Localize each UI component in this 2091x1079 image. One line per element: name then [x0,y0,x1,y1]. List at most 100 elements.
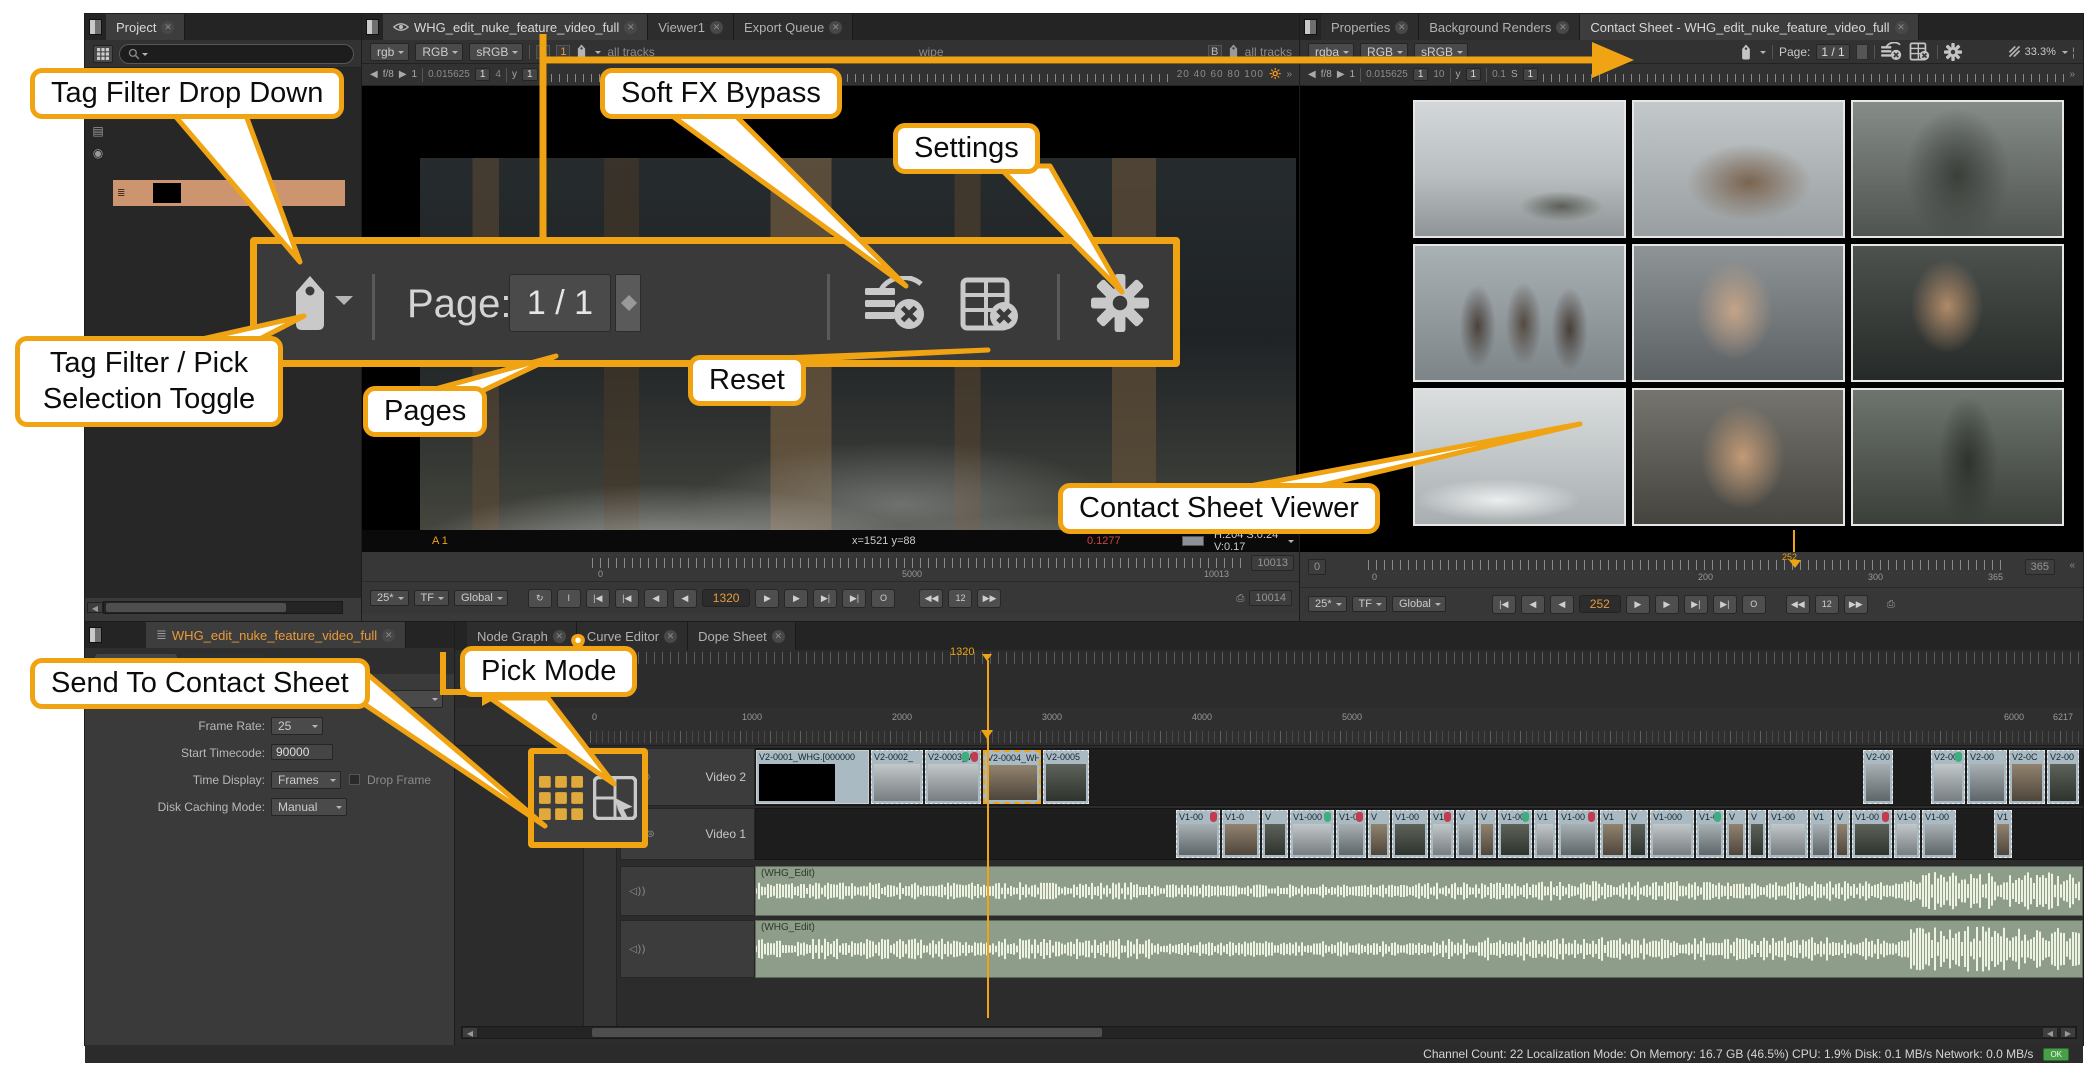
timeline-clip[interactable]: V1 [1534,810,1556,858]
transport-button[interactable]: ◀ [1550,595,1574,614]
settings-gear-icon[interactable] [1944,43,1962,61]
pick-mode-button[interactable] [593,776,637,820]
start-timecode-field[interactable]: 90000 [271,744,333,760]
contact-sheet-thumbnail[interactable] [1413,100,1626,238]
collapse-icon[interactable]: ¦ [2072,45,2075,59]
range-dropdown[interactable]: Global [454,590,508,606]
drop-frame-checkbox[interactable] [349,774,360,785]
page-spinner[interactable] [1856,44,1868,60]
timeline-clip[interactable]: V1 [1810,810,1832,858]
range-out-field[interactable]: 10013 [1251,555,1294,571]
page-field[interactable]: 1 / 1 [1816,44,1849,60]
transport-button[interactable]: ◀◀ [919,589,943,608]
gamma-input[interactable]: 1 [522,68,538,81]
timeline-clip[interactable]: V1-00 [1498,810,1532,858]
transport-button[interactable]: |◀ [586,589,610,608]
timeline-playhead-line[interactable] [987,660,989,1018]
timeline-clip[interactable]: V [1262,810,1288,858]
channels-dropdown[interactable]: rgb [370,43,409,61]
timeline-clip[interactable]: V1-00 [1852,810,1892,858]
range-in-field[interactable]: 0 [1308,559,1326,575]
panel-handle-icon[interactable] [89,627,102,643]
contact-sheet-thumbnail[interactable] [1413,244,1626,382]
wipe-label[interactable]: wipe [919,45,944,59]
tf-dropdown[interactable]: TF [414,590,449,606]
project-h-scrollbar[interactable]: ◀ ◀ ▶ [103,601,343,614]
timeline-clip[interactable]: V [1726,810,1746,858]
transport-button[interactable]: ▶| [842,589,866,608]
settings-gear-icon[interactable] [1091,274,1149,332]
fps-dropdown[interactable]: 25* [1308,596,1347,612]
expand-icon[interactable]: » [2069,69,2075,80]
close-icon[interactable]: ✕ [382,629,395,642]
frame-rate-dropdown[interactable]: 25 [271,717,323,735]
input-a-button[interactable]: A [536,45,550,59]
transport-button[interactable]: ◀ [1521,595,1545,614]
clip-tag-icon[interactable] [1356,812,1363,822]
exposure-slider[interactable] [1543,74,2064,82]
timeline-clip[interactable]: V1 [1994,810,2012,858]
next-icon[interactable]: ▶ [399,69,407,80]
scrollbar-thumb[interactable] [106,603,286,612]
tag-filter-dropdown-icon[interactable] [335,296,353,314]
contact-sheet-thumbnail[interactable] [1851,388,2064,526]
zoom-dropdown-icon[interactable] [2062,51,2068,57]
colorspace-dropdown[interactable]: sRGB [469,43,523,61]
tab-contact-sheet[interactable]: Contact Sheet - WHG_edit_nuke_feature_vi… [1580,14,1918,40]
contact-sheet-thumbnail[interactable] [1851,244,2064,382]
transport-button[interactable]: ▶ [755,589,779,608]
timeline-h-scrollbar[interactable]: ◀ ◀ ▶ [461,1026,2077,1039]
tab-viewer1[interactable]: Viewer1✕ [648,14,734,40]
timeline-clip[interactable]: V1-0 [1696,810,1724,858]
panel-handle-icon[interactable] [1304,19,1317,35]
reset-icon[interactable] [1909,42,1931,61]
tab-properties[interactable]: Properties✕ [1321,14,1419,40]
timeline-clip[interactable]: V [1478,810,1496,858]
transport-button[interactable]: ▶ [784,589,808,608]
close-icon[interactable]: ✕ [624,21,637,34]
reset-icon[interactable] [959,276,1023,332]
timeline-clip[interactable]: V2-0001_WHG.[000000 [756,750,869,804]
timeline-clip[interactable]: V2-00 [1931,750,1965,804]
panel-handle-icon[interactable] [89,19,102,35]
timeline-mini-ruler[interactable] [590,652,2083,664]
timeline-clip[interactable]: V2-00 [1967,750,2007,804]
timeline-clip[interactable]: V [1748,810,1766,858]
tab-export-queue[interactable]: Export Queue✕ [734,14,853,40]
contact-sheet-thumbnail[interactable] [1632,100,1845,238]
tag-filter-icon[interactable] [1228,44,1239,59]
timeline-clip[interactable]: V1-000 [1650,810,1694,858]
search-input[interactable] [119,44,354,64]
saturation-input[interactable]: 1 [1523,68,1539,81]
transport-button[interactable]: ▶ [1655,595,1679,614]
timeline-clip[interactable]: V1-0 [1222,810,1260,858]
timeline-ruler[interactable]: 01000200030004000500060006217 [455,708,2083,746]
transport-button[interactable]: 12 [948,589,972,608]
transport-button[interactable]: ◀◀ [1786,595,1810,614]
scroll-left-icon[interactable]: ◀ [2042,1027,2058,1038]
close-icon[interactable]: ✕ [710,21,723,34]
tab-sequence-viewer[interactable]: WHG_edit_nuke_feature_video_full✕ [383,14,648,40]
display-dropdown[interactable]: RGB [415,43,463,61]
timeline-clip[interactable]: V2-00 [2047,750,2079,804]
close-icon[interactable]: ✕ [1895,21,1908,34]
timeline-clip[interactable]: V1-00 [1392,810,1428,858]
transport-button[interactable]: |◀ [615,589,639,608]
close-icon[interactable]: ✕ [1395,21,1408,34]
contact-sheet-view[interactable] [1300,86,2083,552]
viewer-timeline-ruler[interactable]: 0 5000 10013 10013 [362,552,1300,582]
transport-button[interactable]: I [557,589,581,608]
gamma-input[interactable]: 1 [1466,68,1482,81]
gain-wheel-icon[interactable]: 🔆 [1269,69,1281,80]
soft-fx-bypass-icon[interactable] [1881,42,1903,61]
timeline-clip[interactable]: V2-0002_ [871,750,923,804]
duration-field[interactable]: 10014 [1249,590,1292,606]
timeline-clip[interactable]: V1-00 [1176,810,1220,858]
scroll-left-icon[interactable]: ◀ [87,602,103,613]
bin-monitor-icon[interactable]: ◉ [87,146,109,160]
transport-button[interactable]: O [1742,595,1766,614]
tag-filter-icon[interactable] [290,274,330,332]
timeline-clip[interactable]: V1-0 [1336,810,1366,858]
display-dropdown[interactable]: RGB [1360,43,1408,61]
flag-icon[interactable]: ⎙ [1887,599,1895,610]
